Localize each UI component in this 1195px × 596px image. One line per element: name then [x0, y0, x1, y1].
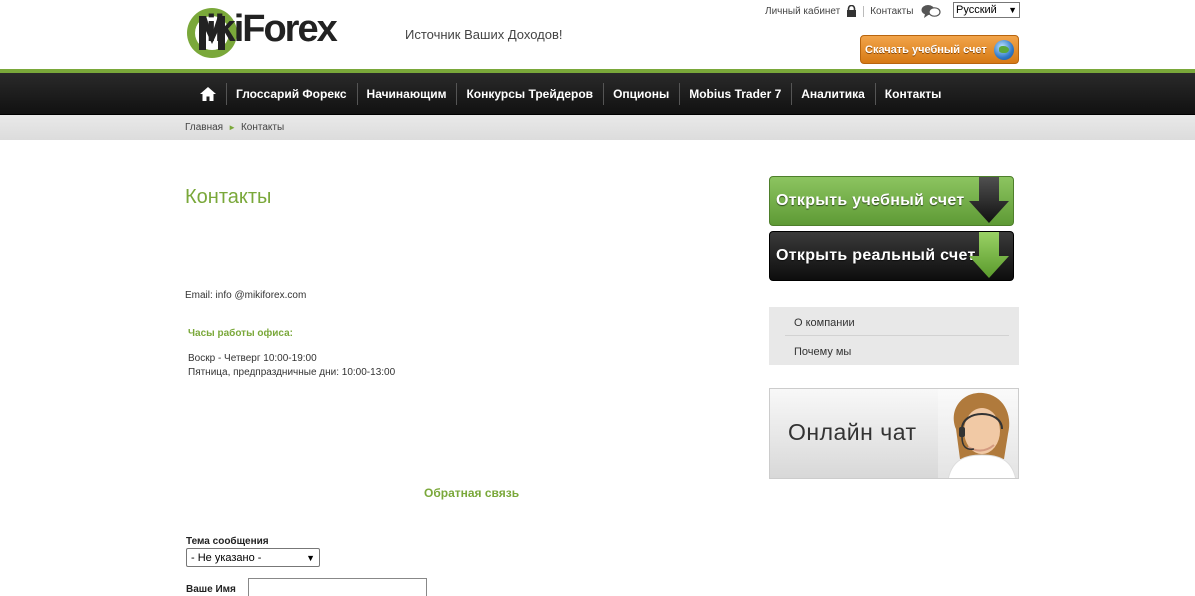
nav-mobius[interactable]: Mobius Trader 7	[679, 73, 791, 115]
breadcrumb-home[interactable]: Главная	[185, 122, 223, 133]
home-icon	[200, 87, 216, 101]
office-hours-weekdays: Воскр - Четверг 10:00-19:00	[188, 353, 317, 364]
subject-value: - Не указано -	[191, 551, 262, 564]
side-menu-why-us[interactable]: Почему мы	[794, 346, 851, 358]
online-chat-label: Онлайн чат	[788, 419, 917, 445]
nav-glossary[interactable]: Глоссарий Форекс	[226, 73, 357, 115]
feedback-title: Обратная связь	[424, 486, 520, 500]
contact-email: Email: info @mikiforex.com	[185, 290, 307, 301]
chat-bubbles-icon[interactable]	[921, 4, 942, 18]
support-agent-icon	[938, 389, 1018, 478]
arrow-down-icon	[969, 232, 1009, 278]
header: ikiForex Источник Ваших Доходов! Личный …	[0, 0, 1195, 70]
logo-text[interactable]: ikiForex	[206, 8, 338, 51]
office-hours-title: Часы работы офиса:	[188, 328, 293, 339]
download-demo-button[interactable]: Скачать учебный счет	[860, 35, 1019, 64]
open-real-label: Открыть реальный счет	[776, 247, 976, 264]
chevron-down-icon: ▼	[1008, 5, 1017, 15]
arrow-down-icon	[969, 177, 1009, 223]
nav-options[interactable]: Опционы	[603, 73, 679, 115]
subject-label: Тема сообщения	[186, 536, 269, 547]
language-value: Русский	[956, 4, 997, 16]
chevron-down-icon: ▼	[306, 552, 315, 563]
subject-select[interactable]: - Не указано - ▼	[186, 548, 320, 567]
breadcrumb-bar	[0, 115, 1195, 140]
name-label: Ваше Имя	[186, 584, 236, 595]
language-select[interactable]: Русский ▼	[953, 2, 1020, 18]
contacts-link[interactable]: Контакты	[870, 6, 913, 17]
open-real-account-button[interactable]: Открыть реальный счет	[769, 231, 1014, 281]
lock-icon[interactable]	[846, 5, 857, 17]
globe-icon	[994, 40, 1014, 60]
page-title: Контакты	[185, 186, 272, 208]
nav-contacts[interactable]: Контакты	[874, 73, 952, 115]
breadcrumb-arrow-icon: ►	[228, 123, 236, 132]
divider	[785, 335, 1009, 336]
main-nav: Глоссарий Форекс Начинающим Конкурсы Тре…	[0, 73, 1195, 115]
breadcrumb-current: Контакты	[240, 122, 285, 133]
divider	[863, 5, 865, 17]
tagline: Источник Ваших Доходов!	[405, 27, 563, 42]
side-menu: О компании Почему мы	[769, 307, 1019, 365]
open-demo-label: Открыть учебный счет	[776, 192, 965, 209]
account-link[interactable]: Личный кабинет	[765, 6, 840, 17]
open-demo-account-button[interactable]: Открыть учебный счет	[769, 176, 1014, 226]
name-input[interactable]	[248, 578, 427, 596]
side-menu-about[interactable]: О компании	[794, 317, 855, 329]
breadcrumb: Главная ► Контакты	[185, 122, 284, 133]
download-demo-label: Скачать учебный счет	[865, 43, 987, 56]
nav-home[interactable]	[190, 73, 226, 115]
office-hours-friday: Пятница, предпраздничные дни: 10:00-13:0…	[188, 367, 396, 378]
nav-beginners[interactable]: Начинающим	[356, 73, 457, 115]
top-links: Личный кабинет Контакты	[765, 3, 942, 19]
online-chat-banner[interactable]: Онлайн чат	[769, 388, 1019, 479]
nav-analytics[interactable]: Аналитика	[791, 73, 875, 115]
nav-contests[interactable]: Конкурсы Трейдеров	[456, 73, 603, 115]
